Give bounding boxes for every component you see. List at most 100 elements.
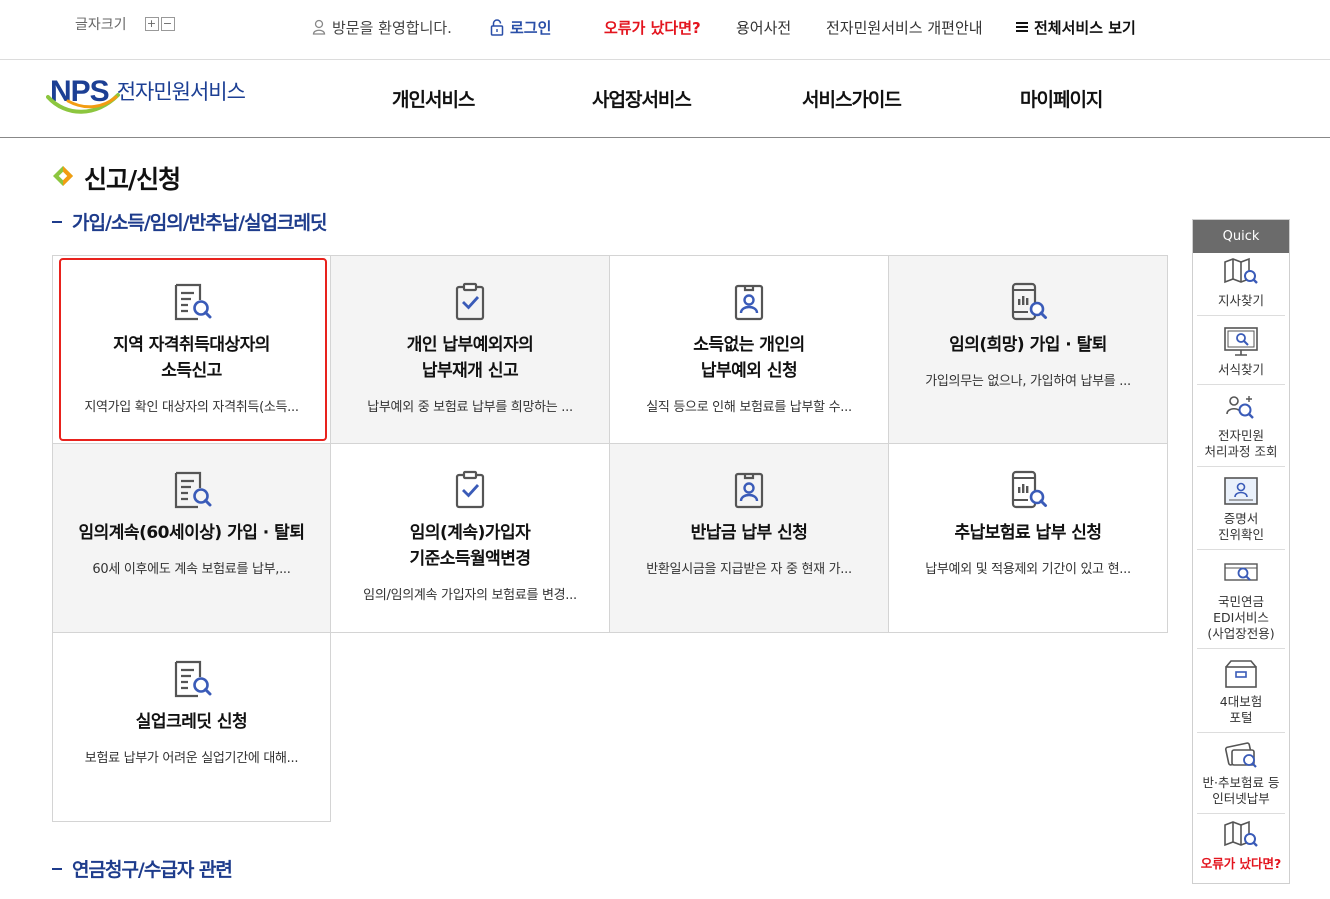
service-card-title-line: 납부재개 신고 [421,361,519,381]
service-card[interactable]: 반납금 납부 신청반환일시금을 지급받은 자 중 현재 가... [610,444,889,633]
id-badge-icon [610,282,888,322]
gnb-service-guide[interactable]: 서비스가이드 [802,85,902,112]
service-card-title-line: 임의(계속)가입자 [409,523,531,543]
service-card-description: 60세 이후에도 계속 보험료를 납부,... [92,562,291,577]
font-size-control: 글자크기 + − [75,14,175,34]
quick-menu-label: 서식찾기 [1217,362,1264,377]
service-card-title-line: 개인 납부예외자의 [406,335,534,355]
service-card-title-line: 반납금 납부 신청 [690,523,808,543]
quick-menu-header: Quick [1193,220,1289,253]
gnb-personal-services[interactable]: 개인서비스 [392,85,475,112]
quick-menu-label: 진위확인 [1217,527,1264,542]
quick-menu-item[interactable]: 전자민원 처리과정 조회 [1197,392,1285,467]
logo-mark-wrap: NPS [46,77,120,114]
login-link[interactable]: 로그인 [490,17,551,37]
service-card[interactable]: 추납보험료 납부 신청납부예외 및 적용제외 기간이 있고 현... [889,444,1168,633]
service-card[interactable]: 소득없는 개인의납부예외 신청실직 등으로 인해 보험료를 납부할 수... [610,255,889,444]
quick-menu-item[interactable]: 서식찾기 [1197,326,1285,385]
service-card-description: 가입의무는 없으나, 가입하여 납부를 ... [925,374,1131,389]
id-badge-icon [610,470,888,510]
service-card-title: 추납보험료 납부 신청 [889,520,1167,546]
font-size-increase-button[interactable]: + [144,17,159,31]
service-card-title-line: 추납보험료 납부 신청 [954,523,1102,543]
quick-menu-item[interactable]: 4대보험 포털 [1197,658,1285,733]
section-title-text: 가입/소득/임의/반추납/실업크레딧 [72,212,327,234]
service-card-title-line: 실업크레딧 신청 [135,712,248,732]
utility-bar: 글자크기 + − 방문을 환영합니다. 로그인 오류가 났다면? 용어사전 전자… [0,0,1330,60]
map-search-icon [1197,820,1285,852]
clipboard-check-icon [331,282,609,322]
quick-menu-label: EDI서비스 [1213,610,1269,625]
service-card[interactable]: 지역 자격취득대상자의소득신고지역가입 확인 대상자의 자격취득(소득... [52,255,331,444]
mobile-search-icon [889,282,1167,322]
lock-icon [490,18,504,36]
monitor-search-icon [1197,326,1285,358]
quick-menu-label: 오류가 났다면? [1200,856,1282,871]
quick-menu-item[interactable]: 오류가 났다면? [1197,820,1285,878]
quick-menu-label: 반·추보험료 등 [1202,775,1280,790]
quick-menu-label: 전자민원 [1217,428,1264,443]
service-card-description: 납부예외 및 적용제외 기간이 있고 현... [925,562,1131,577]
people-search-icon [1197,392,1285,424]
quick-menu-item[interactable]: 국민연금 EDI서비스 (사업장전용) [1197,558,1285,649]
welcome-text: 방문을 환영합니다. [332,18,452,37]
quick-menu-label: 포털 [1229,710,1253,725]
error-report-link[interactable]: 오류가 났다면? [604,17,701,37]
gnb-my-page[interactable]: 마이페이지 [1020,85,1103,112]
document-search-icon [53,470,330,510]
quick-menu-label: 인터넷납부 [1212,791,1270,806]
quick-menu-item[interactable]: 지사찾기 [1197,257,1285,316]
service-card-title-line: 소득없는 개인의 [693,335,805,355]
login-label: 로그인 [510,18,552,37]
quick-menu-label: 증명서 [1223,511,1259,526]
service-card-title: 개인 납부예외자의납부재개 신고 [331,332,609,384]
all-services-label: 전체서비스 보기 [1034,18,1136,37]
font-size-decrease-button[interactable]: − [160,17,175,31]
service-card-grid: 지역 자격취득대상자의 소득신고 지역가입 확인 대상자의 자격취득(소득... 개인… [52,255,1168,823]
service-card-description: 반환일시금을 지급받은 자 중 현재 가... [646,562,852,577]
service-card-title: 반납금 납부 신청 [610,520,888,546]
gnb-business-services[interactable]: 사업장서비스 [592,85,692,112]
service-card-title-line: 지역 자격취득대상자의 [113,335,270,355]
map-search-icon [1197,257,1285,289]
service-card-description: 보험료 납부가 어려운 실업기간에 대해... [84,751,299,766]
quick-menu-label: 국민연금 [1217,594,1264,609]
clipboard-check-icon [331,470,609,510]
service-card-description: 납부예외 중 보험료 납부를 희망하는 ... [367,400,573,415]
service-card[interactable]: 임의(희망) 가입 · 탈퇴가입의무는 없으나, 가입하여 납부를 ... [889,255,1168,444]
renewal-guide-link[interactable]: 전자민원서비스 개편안내 [826,17,983,37]
portal-box-icon [1197,658,1285,690]
dictionary-link[interactable]: 용어사전 [736,17,791,37]
service-card-title: 임의계속(60세이상) 가입 · 탈퇴 [53,520,330,546]
card-payment-icon [1197,739,1285,771]
logo-swoosh-icon [46,93,120,114]
section-title-enrollment: 가입/소득/임의/반추납/실업크레딧 [52,208,327,235]
section-title-text: 연금청구/수급자 관련 [72,859,233,881]
service-card[interactable]: 임의계속(60세이상) 가입 · 탈퇴 60세 이후에도 계속 보험료를 납부,.… [52,444,331,633]
edi-icon [1197,558,1285,590]
service-card[interactable]: 임의(계속)가입자기준소득월액변경임의/임의계속 가입자의 보험료를 변경... [331,444,610,633]
section-dash-icon [52,220,62,223]
quick-menu-item[interactable]: 증명서 진위확인 [1197,475,1285,550]
page-title: 신고/신청 [52,160,181,196]
service-card-title-line: 기준소득월액변경 [409,549,531,569]
quick-menu-item[interactable]: 반·추보험료 등 인터넷납부 [1197,739,1285,814]
all-services-link[interactable]: 전체서비스 보기 [1016,17,1136,37]
certificate-icon [1197,475,1285,507]
service-card-description: 지역가입 확인 대상자의 자격취득(소득... [84,400,299,415]
page-title-text: 신고/신청 [84,165,181,194]
mobile-search-icon [889,470,1167,510]
service-card-title: 임의(희망) 가입 · 탈퇴 [889,332,1167,358]
service-card-description: 임의/임의계속 가입자의 보험료를 변경... [363,588,577,603]
nps-logo[interactable]: NPS 전자민원서비스 [46,77,246,114]
diamond-bullet-icon [52,165,74,191]
font-size-label: 글자크기 [75,17,127,33]
section-dash-icon [52,867,62,870]
service-card-title-line: 소득신고 [161,361,222,381]
service-card-title-line: 납부예외 신청 [700,361,798,381]
service-card-description: 실직 등으로 인해 보험료를 납부할 수... [646,400,852,415]
service-card[interactable]: 개인 납부예외자의납부재개 신고납부예외 중 보험료 납부를 희망하는 ... [331,255,610,444]
quick-menu-label: (사업장전용) [1207,626,1275,641]
service-card[interactable]: 실업크레딧 신청보험료 납부가 어려운 실업기간에 대해... [52,633,331,822]
quick-menu-label: 지사찾기 [1217,293,1264,308]
